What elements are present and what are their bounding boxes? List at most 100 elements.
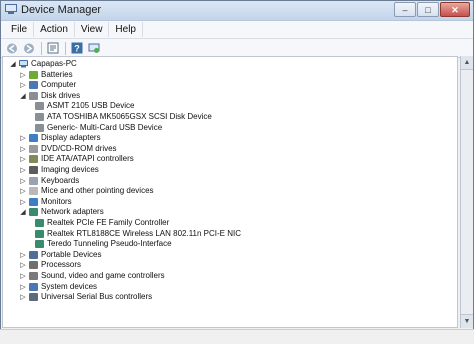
help-icon: ?	[71, 42, 83, 54]
keyboard-icon	[29, 176, 38, 185]
tree-item-label: Realtek RTL8188CE Wireless LAN 802.11n P…	[47, 228, 242, 238]
computer-icon	[19, 60, 28, 68]
toolbar-separator	[65, 41, 66, 55]
tree-device[interactable]: ATA TOSHIBA MK5065GSX SCSI Disk Device	[31, 112, 212, 122]
tree-category[interactable]: ▷ Mice and other pointing devices	[19, 186, 154, 196]
expand-icon[interactable]: ▷	[19, 134, 27, 142]
tree-category[interactable]: ◢ Network adapters	[19, 207, 104, 217]
tree-root[interactable]: ◢ Capapas-PC	[9, 59, 77, 69]
update-driver-button[interactable]	[87, 41, 101, 55]
tree-item-label: System devices	[41, 281, 98, 291]
minimize-button[interactable]: –	[394, 2, 416, 17]
tree-item-label: Keyboards	[41, 175, 80, 185]
scroll-down-arrow-icon[interactable]: ▼	[461, 314, 473, 328]
tree-item-label: Mice and other pointing devices	[41, 186, 154, 196]
tree-item-label: Monitors	[41, 196, 72, 206]
tree-device[interactable]: Realtek RTL8188CE Wireless LAN 802.11n P…	[31, 229, 241, 239]
tree-item-label: Teredo Tunneling Pseudo-Interface	[47, 239, 172, 249]
expand-icon[interactable]: ▷	[19, 283, 27, 291]
properties-sheet-icon	[47, 42, 59, 54]
maximize-button[interactable]: □	[417, 2, 439, 17]
tree-category[interactable]: ◢ Disk drives	[19, 91, 80, 101]
menu-view[interactable]: View	[75, 22, 110, 37]
tree-category[interactable]: ▷ Batteries	[19, 70, 73, 80]
menu-action[interactable]: Action	[34, 22, 75, 37]
expand-icon[interactable]: ▷	[19, 272, 27, 280]
expand-icon[interactable]: ▷	[19, 187, 27, 195]
title-bar[interactable]: Device Manager – □ ✕	[1, 1, 473, 21]
window-title: Device Manager	[21, 4, 102, 16]
tree-category[interactable]: ▷ IDE ATA/ATAPI controllers	[19, 154, 134, 164]
camera-icon	[29, 166, 38, 174]
dvd-drive-icon	[29, 144, 38, 153]
tree-item-label: Universal Serial Bus controllers	[41, 292, 153, 302]
svg-text:?: ?	[74, 44, 80, 54]
device-tree[interactable]: ◢ Capapas-PC ▷ Batteries ▷ Computer ◢ Disk dr…	[2, 56, 458, 328]
tree-item-label: Portable Devices	[41, 249, 102, 259]
tree-device[interactable]: Generic- Multi-Card USB Device	[31, 123, 162, 133]
expand-icon[interactable]: ▷	[19, 261, 27, 269]
tree-category[interactable]: ▷ Portable Devices	[19, 250, 101, 260]
menu-file[interactable]: File	[5, 22, 35, 37]
collapse-icon[interactable]: ◢	[9, 60, 17, 68]
properties-button[interactable]	[46, 41, 60, 55]
close-button[interactable]: ✕	[440, 2, 470, 17]
expand-icon[interactable]: ▷	[19, 198, 27, 206]
back-arrow-icon	[6, 43, 17, 53]
monitor-icon	[29, 197, 38, 206]
help-button[interactable]: ?	[70, 41, 84, 55]
tree-category[interactable]: ▷ Display adapters	[19, 133, 101, 143]
tree-item-label: ATA TOSHIBA MK5065GSX SCSI Disk Device	[47, 112, 212, 121]
tree-category[interactable]: ▷ DVD/CD-ROM drives	[19, 144, 117, 154]
tree-item-label: Display adapters	[41, 133, 101, 143]
expand-icon[interactable]: ▷	[19, 81, 27, 89]
network-adapter-icon	[35, 219, 44, 227]
collapse-icon[interactable]: ◢	[19, 92, 27, 100]
battery-icon	[29, 70, 38, 79]
tree-item-label: Processors	[41, 260, 82, 270]
tree-device[interactable]: ASMT 2105 USB Device	[31, 101, 134, 111]
disk-drive-icon	[35, 123, 44, 132]
tree-item-label: Sound, video and game controllers	[41, 271, 165, 280]
tree-device[interactable]: Teredo Tunneling Pseudo-Interface	[31, 239, 172, 249]
expand-icon[interactable]: ▷	[19, 177, 27, 185]
tree-category[interactable]: ▷ Keyboards	[19, 176, 79, 186]
tree-category[interactable]: ▷ Universal Serial Bus controllers	[19, 292, 152, 302]
tree-item-label: Generic- Multi-Card USB Device	[47, 122, 163, 132]
tree-item-label: Imaging devices	[41, 165, 99, 174]
tree-device[interactable]: Realtek PCIe FE Family Controller	[31, 218, 169, 228]
collapse-icon[interactable]: ◢	[19, 208, 27, 216]
forward-button[interactable]	[22, 41, 36, 55]
tree-category[interactable]: ▷ Monitors	[19, 197, 72, 207]
usb-icon	[29, 293, 38, 302]
menu-help[interactable]: Help	[109, 22, 143, 37]
network-adapter-icon	[35, 229, 44, 238]
tree-item-label: IDE ATA/ATAPI controllers	[41, 154, 134, 164]
expand-icon[interactable]: ▷	[19, 251, 27, 259]
processor-icon	[29, 261, 38, 270]
tree-category[interactable]: ▷ System devices	[19, 282, 97, 292]
tree-item-label: Realtek PCIe FE Family Controller	[47, 218, 170, 227]
menu-bar: File Action View Help	[1, 21, 473, 39]
update-driver-icon	[88, 43, 100, 53]
expand-icon[interactable]: ▷	[19, 155, 27, 163]
portable-device-icon	[29, 250, 38, 259]
scroll-up-arrow-icon[interactable]: ▲	[461, 56, 473, 70]
expand-icon[interactable]: ▷	[19, 166, 27, 174]
back-button[interactable]	[5, 41, 19, 55]
vertical-scrollbar[interactable]: ▲ ▼	[460, 56, 473, 328]
tree-category[interactable]: ▷ Processors	[19, 260, 81, 270]
tree-category[interactable]: ▷ Imaging devices	[19, 165, 99, 175]
tree-item-label: Disk drives	[41, 90, 81, 100]
expand-icon[interactable]: ▷	[19, 145, 27, 153]
disk-drive-icon	[35, 113, 44, 121]
device-manager-app-icon	[5, 4, 17, 14]
toolbar-separator	[41, 41, 42, 55]
tree-category[interactable]: ▷ Computer	[19, 80, 76, 90]
expand-icon[interactable]: ▷	[19, 71, 27, 79]
computer-icon	[29, 81, 38, 90]
network-adapter-icon	[35, 240, 44, 249]
tree-item-label: Computer	[41, 80, 77, 90]
expand-icon[interactable]: ▷	[19, 293, 27, 301]
tree-category[interactable]: ▷ Sound, video and game controllers	[19, 271, 165, 281]
